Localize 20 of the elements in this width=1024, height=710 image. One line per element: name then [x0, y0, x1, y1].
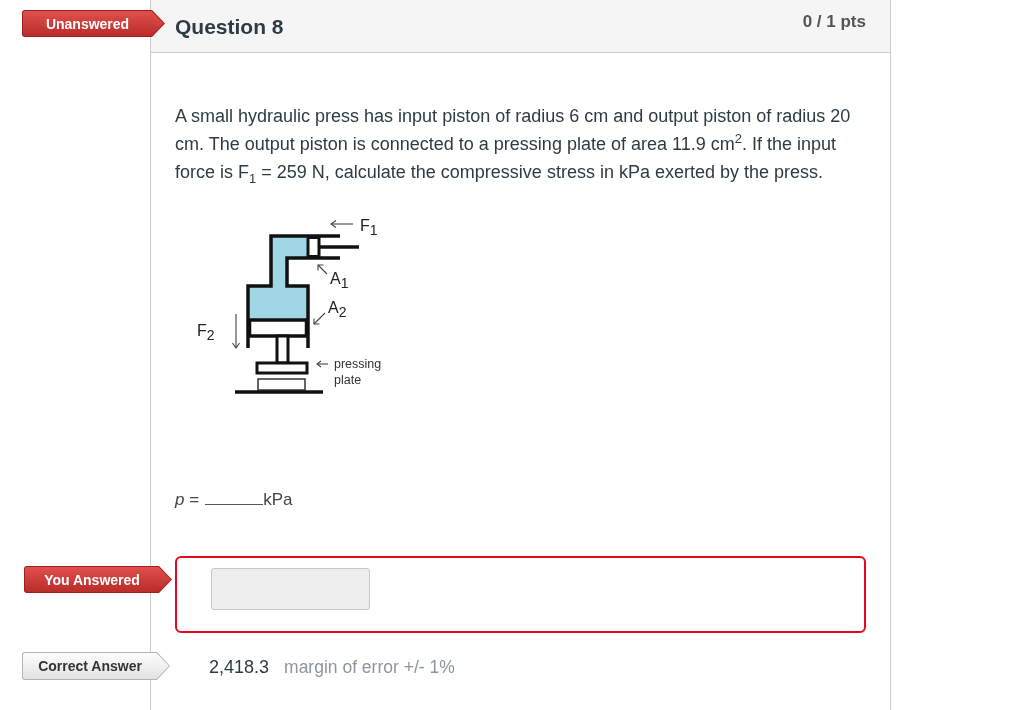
question-text: A small hydraulic press has input piston of radius 6 cm and output piston of radius 20 cm. The output piston is connected to a pressing plate of area 11.9 cm$^{2}$. If the input force is F$_{1}$ = 259 N, calculate the compressive stress in kPa exerted by the press.: [175, 105, 852, 186]
arrow-icon: [330, 219, 354, 229]
answer-tag: You Answered: [24, 566, 172, 593]
equation-text: p =: [175, 490, 200, 510]
arrow-icon: [317, 264, 328, 275]
question-title: Question 8: [175, 14, 284, 40]
diagram-label: A$_{1}$: [330, 270, 349, 288]
correct-answer-value: 2,418.3: [209, 657, 270, 677]
diagram-label: pressing plate: [334, 356, 383, 388]
diagram-label: F$_{1}$: [360, 217, 378, 235]
diagram-label: F$_{2}$: [197, 322, 215, 340]
arrow-icon: [231, 313, 241, 349]
status-tag: Unanswered: [22, 10, 165, 37]
arrow-icon: [316, 360, 329, 368]
unit-label: kPa: [263, 490, 293, 510]
diagram-label: A$_{2}$: [328, 299, 347, 317]
points-text: 0 / 1 pts: [802, 12, 866, 32]
margin-of-error-text: margin of error +/- 1%: [284, 657, 455, 677]
arrow-icon: [313, 312, 326, 325]
answer-tag: Correct Answer: [22, 652, 170, 680]
